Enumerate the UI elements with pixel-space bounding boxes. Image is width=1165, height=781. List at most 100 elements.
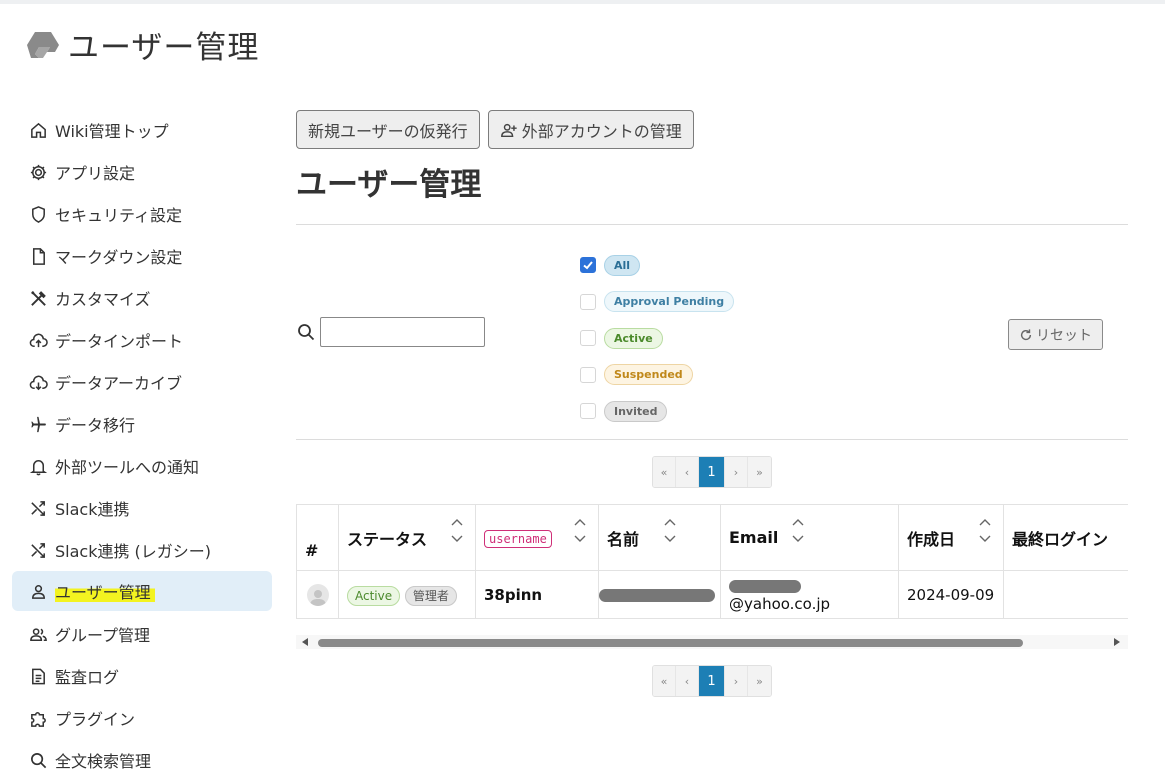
status-filter-approval-pending[interactable]: Approval Pending [580,284,735,321]
sidebar-item-label: アプリ設定 [55,164,136,183]
sidebar-item-slack-legacy[interactable]: Slack連携 (レガシー) [12,529,272,571]
user-icon [28,581,48,601]
external-account-button[interactable]: 外部アカウントの管理 [487,110,694,149]
page-first-button[interactable]: « [653,666,676,696]
scroll-left-arrow[interactable] [302,638,308,646]
sidebar-item-data-archive[interactable]: データアーカイブ [12,361,272,403]
page-current-button[interactable]: 1 [699,457,725,487]
sidebar-item-security[interactable]: セキュリティ設定 [12,193,272,235]
group-icon [28,624,48,644]
table-header-row: # ステータス username 名前 Email 作成日 最終ログイン [296,504,1128,571]
sidebar-item-label: Slack連携 [55,500,130,519]
status-filter-invited[interactable]: Invited [580,393,734,430]
checkbox-all[interactable] [580,257,596,274]
checkbox-active[interactable] [580,330,596,347]
app-title: ユーザー管理 [68,30,260,66]
cell-email: @yahoo.co.jp [720,570,899,619]
scrollbar-thumb[interactable] [318,639,1023,647]
sidebar-item-data-import[interactable]: データインポート [12,319,272,361]
search-input[interactable] [320,317,485,347]
page-last-button[interactable]: » [748,457,771,487]
cell-created: 2024-09-09 [898,570,1004,619]
page-prev-button[interactable]: ‹ [676,457,699,487]
sidebar-item-plugin[interactable]: プラグイン [12,697,272,739]
sidebar-item-audit-log[interactable]: 監査ログ [12,655,272,697]
sidebar-item-wiki-top[interactable]: Wiki管理トップ [12,109,272,151]
sidebar-item-notification[interactable]: 外部ツールへの通知 [12,445,272,487]
cell-username[interactable]: 38pinn [475,570,599,619]
user-plus-icon [500,123,517,137]
shuffle-icon [28,498,48,518]
search-icon [28,750,48,770]
cell-avatar [296,570,339,619]
column-header-label: Email [729,528,779,547]
sidebar-item-label: データアーカイブ [55,374,183,393]
sidebar-item-label: セキュリティ設定 [55,206,183,225]
sort-toggle[interactable] [664,518,676,543]
page-next-button[interactable]: › [725,457,748,487]
reset-button-label: リセット [1036,326,1092,343]
sidebar-item-data-migration[interactable]: データ移行 [12,403,272,445]
sidebar-item-label: マークダウン設定 [55,248,183,267]
invite-user-button[interactable]: 新規ユーザーの仮発行 [296,110,480,149]
sidebar-item-label: データ移行 [55,416,136,435]
sidebar-item-group-management[interactable]: グループ管理 [12,613,272,655]
column-header-username[interactable]: username [475,504,599,571]
column-header-email[interactable]: Email [720,504,899,571]
status-pill-all: All [604,254,641,276]
sidebar-item-label: カスタマイズ [55,290,151,309]
status-filter-suspended[interactable]: Suspended [580,357,734,394]
sidebar-item-label: ユーザー管理 [55,579,155,603]
redacted-email [729,579,801,593]
bell-icon [28,456,48,476]
column-header-last-login: 最終ログイン [1003,504,1128,571]
checkbox-suspended[interactable] [580,366,596,383]
sort-toggle[interactable] [574,518,586,543]
sidebar-item-label: Slack連携 (レガシー) [55,542,212,561]
scroll-right-arrow[interactable] [1114,638,1120,646]
page-first-button[interactable]: « [653,457,676,487]
sidebar-item-app-settings[interactable]: アプリ設定 [12,151,272,193]
sidebar-item-customize[interactable]: カスタマイズ [12,277,272,319]
column-header-name[interactable]: 名前 [598,504,721,571]
page-prev-button[interactable]: ‹ [676,666,699,696]
invite-user-button-label: 新規ユーザーの仮発行 [308,121,468,141]
status-filter-active[interactable]: Active [580,320,734,357]
divider [296,439,1128,440]
sort-up-icon [574,519,586,526]
page-next-button[interactable]: › [725,666,748,696]
sort-down-icon [979,535,991,542]
sidebar-item-slack[interactable]: Slack連携 [12,487,272,529]
page-last-button[interactable]: » [748,666,771,696]
sidebar-item-label: 外部ツールへの通知 [55,458,200,477]
search-icon [298,324,315,341]
horizontal-scrollbar[interactable] [296,635,1128,649]
sort-down-icon [664,535,676,542]
sidebar-item-search-management[interactable]: 全文検索管理 [12,739,272,781]
page-current-button[interactable]: 1 [699,666,725,696]
reset-button[interactable]: リセット [1008,319,1103,350]
sort-up-icon [664,519,676,526]
sort-toggle[interactable] [979,518,991,543]
external-account-button-label: 外部アカウントの管理 [521,121,682,141]
sort-toggle[interactable] [451,518,463,543]
column-header-status[interactable]: ステータス [338,504,476,571]
check-icon [583,261,593,270]
checkbox-approval-pending[interactable] [580,293,596,310]
checkbox-invited[interactable] [580,403,596,420]
sidebar-item-markdown[interactable]: マークダウン設定 [12,235,272,277]
column-header-created[interactable]: 作成日 [898,504,1004,571]
role-badge: 管理者 [404,585,457,606]
column-header-label: ステータス [347,529,428,549]
refresh-icon [1020,328,1032,340]
pagination-top: « ‹ 1 › » [296,456,1128,488]
cloud-upload-icon [28,330,48,350]
status-filter-all[interactable]: All [580,247,734,284]
sidebar-item-user-management[interactable]: ユーザー管理 [12,571,272,611]
status-badge: Active [347,585,401,606]
status-pill-approval-pending: Approval Pending [604,291,735,313]
sort-down-icon [451,535,463,542]
sort-up-icon [451,519,463,526]
sort-toggle[interactable] [792,518,804,543]
sidebar-item-label: グループ管理 [55,626,151,645]
